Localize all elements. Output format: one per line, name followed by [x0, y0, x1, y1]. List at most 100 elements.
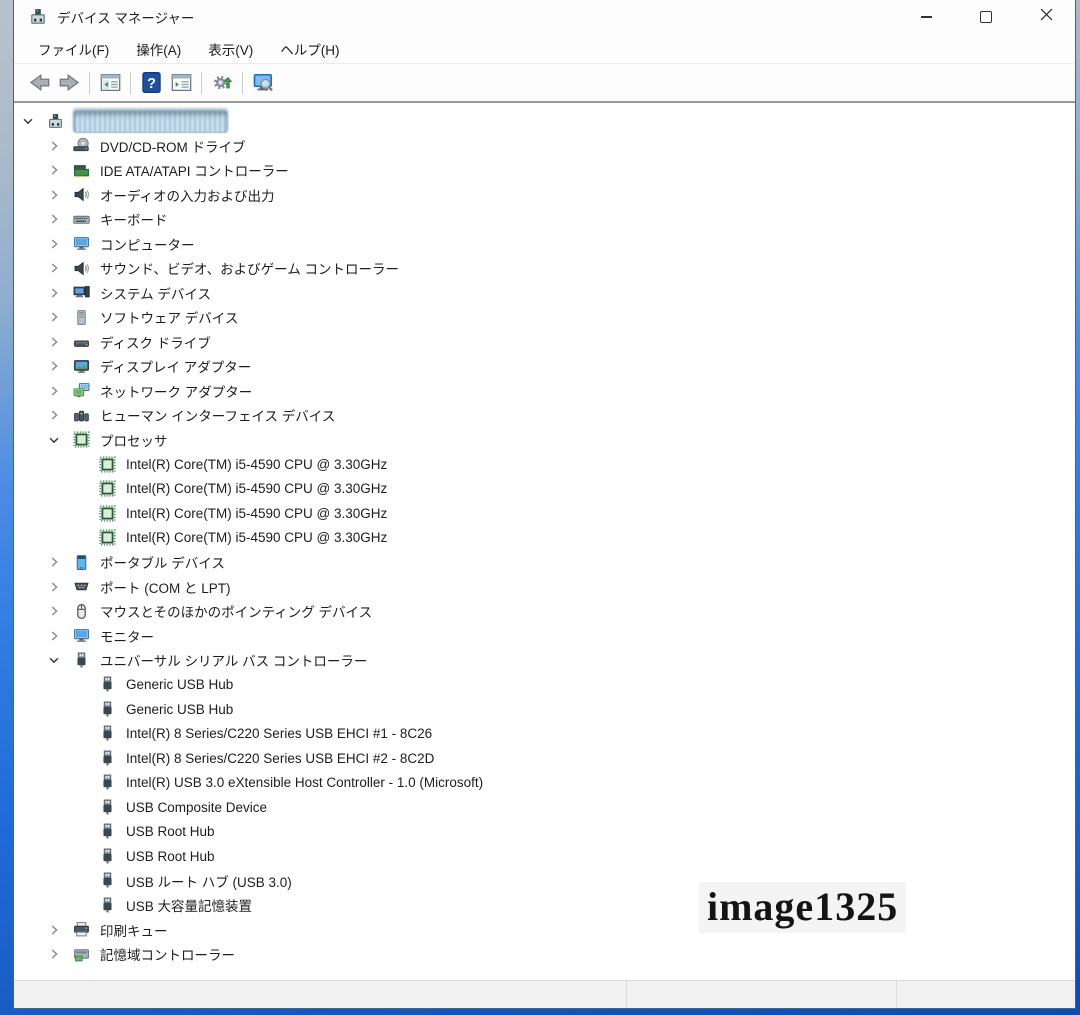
usb-plug-icon [99, 823, 119, 840]
tree-item[interactable]: Intel(R) USB 3.0 eXtensible Host Control… [14, 771, 1075, 796]
tree-item[interactable]: モニター [14, 624, 1075, 649]
device-manager-icon [29, 8, 47, 26]
tree-item[interactable]: ネットワーク アダプター [14, 379, 1075, 404]
tree-item-label: 印刷キュー [100, 920, 168, 940]
tree-item[interactable]: ポータブル デバイス [14, 550, 1075, 575]
usb-plug-icon [99, 774, 119, 791]
toolbar-separator [130, 72, 131, 94]
tree-item[interactable]: ヒューマン インターフェイス デバイス [14, 403, 1075, 428]
tree-item[interactable]: Intel(R) 8 Series/C220 Series USB EHCI #… [14, 722, 1075, 747]
usb-plug-icon [99, 799, 119, 816]
chevron-right-icon[interactable] [47, 212, 73, 226]
minimize-button[interactable] [903, 0, 949, 34]
speaker-icon [73, 260, 93, 277]
tree-item[interactable]: 印刷キュー [14, 918, 1075, 943]
menu-action[interactable]: 操作(A) [126, 36, 191, 62]
console-tree-toggle-button[interactable] [95, 69, 125, 97]
statusbar-section [14, 981, 627, 1008]
maximize-button[interactable] [963, 0, 1009, 34]
chevron-right-icon[interactable] [47, 384, 73, 398]
tree-item[interactable]: オーディオの入力および出力 [14, 183, 1075, 208]
ide-card-icon [73, 162, 93, 179]
chevron-right-icon[interactable] [47, 335, 73, 349]
tree-item[interactable]: USB Root Hub [14, 844, 1075, 869]
tree-item-label: モニター [100, 626, 154, 646]
chevron-right-icon[interactable] [47, 163, 73, 177]
tree-item[interactable]: ユニバーサル シリアル バス コントローラー [14, 648, 1075, 673]
chevron-right-icon[interactable] [47, 947, 73, 961]
chevron-right-icon[interactable] [47, 408, 73, 422]
tree-item-label: サウンド、ビデオ、およびゲーム コントローラー [100, 258, 399, 278]
tree-item-label: 記憶域コントローラー [100, 944, 235, 964]
tree-item[interactable]: キーボード [14, 207, 1075, 232]
hid-icon [73, 407, 93, 424]
chevron-right-icon[interactable] [47, 923, 73, 937]
usb-plug-icon [99, 750, 119, 767]
watermark-label: image1325 [699, 882, 906, 933]
tree-item-label: Intel(R) USB 3.0 eXtensible Host Control… [126, 775, 483, 790]
tree-item-label: ディスク ドライブ [100, 332, 211, 352]
close-button[interactable] [1023, 0, 1069, 34]
tree-item[interactable]: Intel(R) Core(TM) i5-4590 CPU @ 3.30GHz [14, 477, 1075, 502]
menu-help[interactable]: ヘルプ(H) [270, 36, 349, 62]
chevron-right-icon[interactable] [47, 286, 73, 300]
tree-item[interactable]: IDE ATA/ATAPI コントローラー [14, 158, 1075, 183]
tree-item[interactable]: USB ルート ハブ (USB 3.0) [14, 869, 1075, 894]
chevron-right-icon[interactable] [47, 604, 73, 618]
chevron-right-icon[interactable] [47, 555, 73, 569]
tree-item[interactable]: Intel(R) 8 Series/C220 Series USB EHCI #… [14, 746, 1075, 771]
tree-item[interactable]: ディスク ドライブ [14, 330, 1075, 355]
chevron-down-icon[interactable] [21, 114, 47, 128]
tree-item[interactable]: Generic USB Hub [14, 697, 1075, 722]
tree-item[interactable]: ソフトウェア デバイス [14, 305, 1075, 330]
chevron-right-icon[interactable] [47, 261, 73, 275]
usb-plug-icon [99, 872, 119, 889]
scan-hardware-changes-button[interactable] [248, 69, 278, 97]
menu-file[interactable]: ファイル(F) [28, 36, 119, 62]
tree-item[interactable]: DVD/CD-ROM ドライブ [14, 134, 1075, 159]
usb-plug-icon [73, 652, 93, 669]
tree-item[interactable]: Intel(R) Core(TM) i5-4590 CPU @ 3.30GHz [14, 526, 1075, 551]
chevron-right-icon[interactable] [47, 629, 73, 643]
chevron-right-icon[interactable] [47, 359, 73, 373]
tree-item[interactable]: USB Composite Device [14, 795, 1075, 820]
system-devices-icon [73, 284, 93, 301]
printer-icon [73, 921, 93, 938]
tree-item[interactable]: Generic USB Hub [14, 673, 1075, 698]
tree-item[interactable]: Intel(R) Core(TM) i5-4590 CPU @ 3.30GHz [14, 452, 1075, 477]
forward-button[interactable] [54, 69, 84, 97]
tree-item[interactable]: ディスプレイ アダプター [14, 354, 1075, 379]
minimize-icon [921, 16, 932, 18]
back-button[interactable] [24, 69, 54, 97]
tree-item[interactable]: マウスとそのほかのポインティング デバイス [14, 599, 1075, 624]
scan-computer-icon [253, 72, 274, 93]
tree-item[interactable]: サウンド、ビデオ、およびゲーム コントローラー [14, 256, 1075, 281]
tree-item[interactable]: 記憶域コントローラー [14, 942, 1075, 967]
tree-item-root-computer[interactable] [14, 109, 1075, 134]
caption-buttons [889, 0, 1075, 34]
tree-item[interactable]: ポート (COM と LPT) [14, 575, 1075, 600]
tree-item[interactable]: プロセッサ [14, 428, 1075, 453]
maximize-icon [980, 11, 992, 23]
tree-item-label: マウスとそのほかのポインティング デバイス [100, 601, 372, 621]
tree-item[interactable]: Intel(R) Core(TM) i5-4590 CPU @ 3.30GHz [14, 501, 1075, 526]
chevron-right-icon[interactable] [47, 237, 73, 251]
storage-card-icon [73, 946, 93, 963]
back-arrow-icon [29, 72, 50, 93]
chevron-right-icon[interactable] [47, 188, 73, 202]
chevron-down-icon[interactable] [47, 653, 73, 667]
chevron-down-icon[interactable] [47, 433, 73, 447]
action-pane-toggle-button[interactable] [166, 69, 196, 97]
svg-text:?: ? [147, 76, 156, 92]
tree-item[interactable]: USB 大容量記憶装置 [14, 893, 1075, 918]
title-bar: デバイス マネージャー [14, 0, 1075, 34]
update-driver-button[interactable] [207, 69, 237, 97]
chevron-right-icon[interactable] [47, 580, 73, 594]
tree-item[interactable]: システム デバイス [14, 281, 1075, 306]
chevron-right-icon[interactable] [47, 139, 73, 153]
tree-item[interactable]: コンピューター [14, 232, 1075, 257]
menu-view[interactable]: 表示(V) [198, 36, 263, 62]
help-button[interactable]: ? [136, 69, 166, 97]
chevron-right-icon[interactable] [47, 310, 73, 324]
tree-item[interactable]: USB Root Hub [14, 820, 1075, 845]
